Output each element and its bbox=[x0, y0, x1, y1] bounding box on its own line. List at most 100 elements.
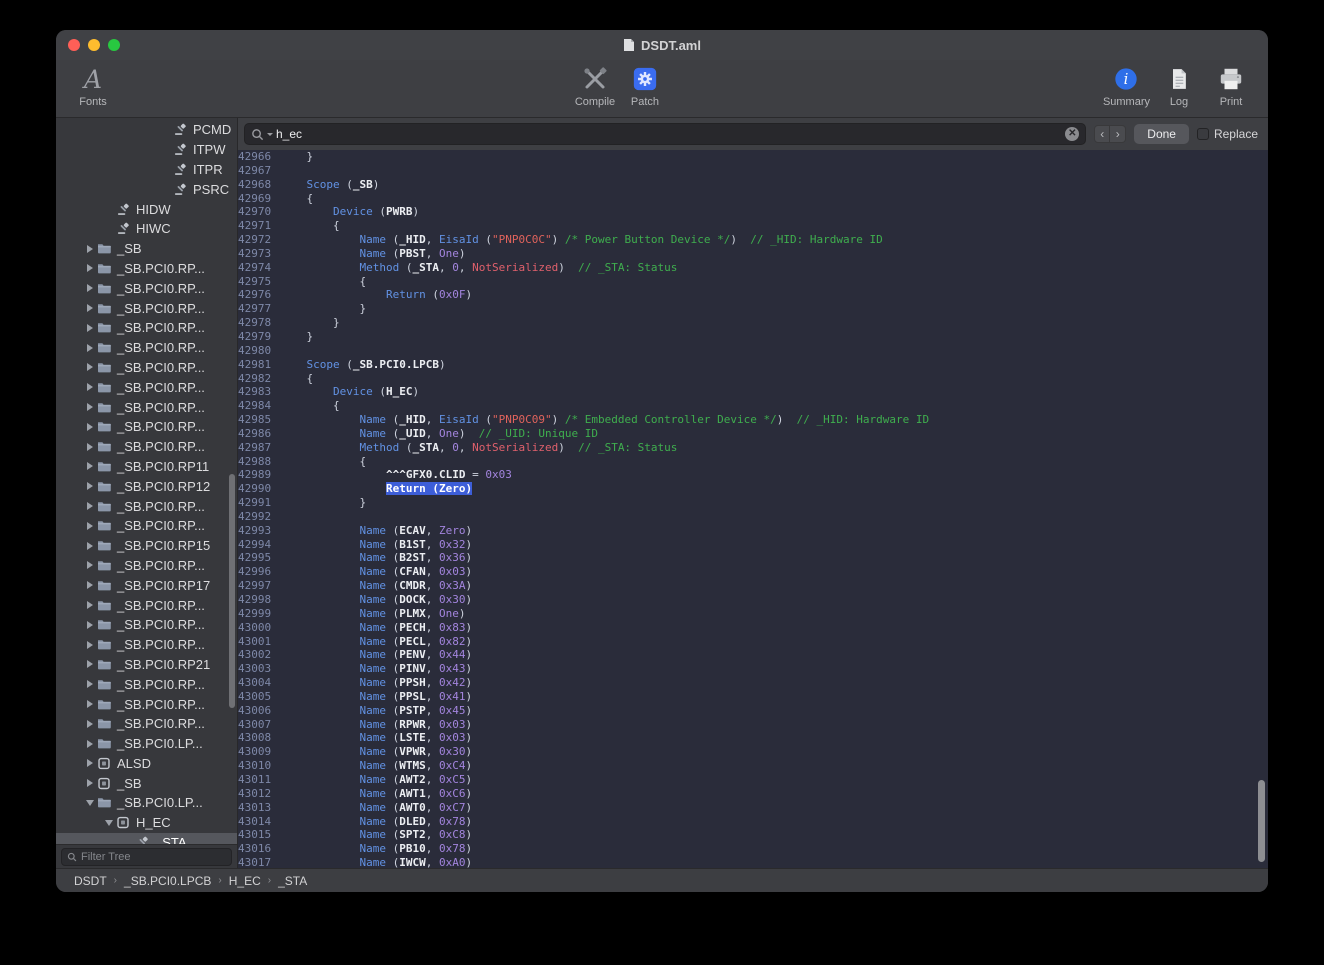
code-line[interactable]: 43012 Name (AWT1, 0xC6) bbox=[238, 787, 1268, 801]
tree-item-_SB-PCI0-RP21[interactable]: _SB.PCI0.RP21 bbox=[56, 655, 237, 675]
disclosure-triangle-icon[interactable] bbox=[83, 284, 97, 292]
tree-item-_STA[interactable]: _STA bbox=[56, 833, 237, 844]
disclosure-triangle-icon[interactable] bbox=[83, 720, 97, 728]
tree-item-_SB-PCI0-RP[interactable]: _SB.PCI0.RP... bbox=[56, 259, 237, 279]
code-line[interactable]: 42999 Name (PLMX, One) bbox=[238, 607, 1268, 621]
code-line[interactable]: 43014 Name (DLED, 0x78) bbox=[238, 815, 1268, 829]
disclosure-triangle-icon[interactable] bbox=[83, 482, 97, 490]
tree-item-_SB-PCI0-RP15[interactable]: _SB.PCI0.RP15 bbox=[56, 536, 237, 556]
clear-search-icon[interactable]: ✕ bbox=[1065, 127, 1079, 141]
tree-item-_SB-PCI0-RP[interactable]: _SB.PCI0.RP... bbox=[56, 714, 237, 734]
log-button[interactable]: Log bbox=[1156, 63, 1202, 108]
code-line[interactable]: 42984 { bbox=[238, 399, 1268, 413]
tree-item-_SB-PCI0-RP[interactable]: _SB.PCI0.RP... bbox=[56, 417, 237, 437]
disclosure-triangle-icon[interactable] bbox=[83, 581, 97, 589]
code-line[interactable]: 43001 Name (PECL, 0x82) bbox=[238, 635, 1268, 649]
tree-item-HIDW[interactable]: HIDW bbox=[56, 199, 237, 219]
code-line[interactable]: 43011 Name (AWT2, 0xC5) bbox=[238, 773, 1268, 787]
tree-item-_SB-PCI0-LP[interactable]: _SB.PCI0.LP... bbox=[56, 734, 237, 754]
tree-item-_SB-PCI0-RP[interactable]: _SB.PCI0.RP... bbox=[56, 556, 237, 576]
code-line[interactable]: 42980 bbox=[238, 344, 1268, 358]
done-button[interactable]: Done bbox=[1134, 124, 1189, 144]
code-line[interactable]: 42996 Name (CFAN, 0x03) bbox=[238, 565, 1268, 579]
code-line[interactable]: 42975 { bbox=[238, 275, 1268, 289]
tree-item-_SB-PCI0-RP[interactable]: _SB.PCI0.RP... bbox=[56, 318, 237, 338]
code-line[interactable]: 42985 Name (_HID, EisaId ("PNP0C09") /* … bbox=[238, 413, 1268, 427]
code-line[interactable]: 42998 Name (DOCK, 0x30) bbox=[238, 593, 1268, 607]
tree-item-_SB[interactable]: _SB bbox=[56, 773, 237, 793]
code-line[interactable]: 42970 Device (PWRB) bbox=[238, 205, 1268, 219]
find-next-button[interactable]: › bbox=[1110, 125, 1126, 143]
disclosure-triangle-icon[interactable] bbox=[83, 324, 97, 332]
disclosure-triangle-icon[interactable] bbox=[83, 680, 97, 688]
code-line[interactable]: 42968 Scope (_SB) bbox=[238, 178, 1268, 192]
code-line[interactable]: 42981 Scope (_SB.PCI0.LPCB) bbox=[238, 358, 1268, 372]
tree-item-_SB-PCI0-RP[interactable]: _SB.PCI0.RP... bbox=[56, 674, 237, 694]
tree-item-_SB-PCI0-RP17[interactable]: _SB.PCI0.RP17 bbox=[56, 575, 237, 595]
disclosure-triangle-icon[interactable] bbox=[83, 363, 97, 371]
code-editor[interactable]: 42966 }4296742968 Scope (_SB)42969 {4297… bbox=[238, 150, 1268, 868]
patch-button[interactable]: Patch bbox=[622, 63, 668, 108]
code-line[interactable]: 42971 { bbox=[238, 219, 1268, 233]
disclosure-triangle-icon[interactable] bbox=[83, 344, 97, 352]
tree-item-_SB-PCI0-LP[interactable]: _SB.PCI0.LP... bbox=[56, 793, 237, 813]
find-previous-button[interactable]: ‹ bbox=[1094, 125, 1110, 143]
code-line[interactable]: 42990 Return (Zero) bbox=[238, 482, 1268, 496]
zoom-button[interactable] bbox=[108, 39, 120, 51]
code-line[interactable]: 43015 Name (SPT2, 0xC8) bbox=[238, 828, 1268, 842]
disclosure-triangle-icon[interactable] bbox=[83, 443, 97, 451]
sidebar-scrollbar-thumb[interactable] bbox=[229, 474, 235, 708]
breadcrumb-item[interactable]: _STA bbox=[278, 874, 307, 888]
disclosure-triangle-icon[interactable] bbox=[83, 264, 97, 272]
tree-item-PCMD[interactable]: PCMD bbox=[56, 120, 237, 140]
code-line[interactable]: 43013 Name (AWT0, 0xC7) bbox=[238, 801, 1268, 815]
tree-item-_SB-PCI0-RP[interactable]: _SB.PCI0.RP... bbox=[56, 694, 237, 714]
editor-scrollbar-thumb[interactable] bbox=[1258, 780, 1265, 862]
code-line[interactable]: 42986 Name (_UID, One) // _UID: Unique I… bbox=[238, 427, 1268, 441]
code-line[interactable]: 43010 Name (WTMS, 0xC4) bbox=[238, 759, 1268, 773]
code-line[interactable]: 42991 } bbox=[238, 496, 1268, 510]
code-line[interactable]: 43003 Name (PINV, 0x43) bbox=[238, 662, 1268, 676]
tree-item-_SB-PCI0-RP[interactable]: _SB.PCI0.RP... bbox=[56, 635, 237, 655]
disclosure-triangle-icon[interactable] bbox=[83, 304, 97, 312]
code-line[interactable]: 43004 Name (PPSH, 0x42) bbox=[238, 676, 1268, 690]
code-line[interactable]: 42988 { bbox=[238, 455, 1268, 469]
disclosure-triangle-icon[interactable] bbox=[83, 502, 97, 510]
code-line[interactable]: 43016 Name (PB10, 0x78) bbox=[238, 842, 1268, 856]
code-line[interactable]: 42978 } bbox=[238, 316, 1268, 330]
code-line[interactable]: 42969 { bbox=[238, 192, 1268, 206]
disclosure-triangle-icon[interactable] bbox=[83, 779, 97, 787]
tree-item-_SB[interactable]: _SB bbox=[56, 239, 237, 259]
code-line[interactable]: 42976 Return (0x0F) bbox=[238, 288, 1268, 302]
code-line[interactable]: 42992 bbox=[238, 510, 1268, 524]
search-field[interactable]: ✕ bbox=[244, 123, 1086, 145]
disclosure-triangle-icon[interactable] bbox=[83, 601, 97, 609]
tree-item-_SB-PCI0-RP[interactable]: _SB.PCI0.RP... bbox=[56, 358, 237, 378]
acpi-tree[interactable]: PCMDITPWITPRPSRCHIDWHIWC_SB_SB.PCI0.RP..… bbox=[56, 118, 237, 844]
tree-item-ITPR[interactable]: ITPR bbox=[56, 160, 237, 180]
tree-item-PSRC[interactable]: PSRC bbox=[56, 179, 237, 199]
disclosure-triangle-icon[interactable] bbox=[102, 820, 116, 826]
disclosure-triangle-icon[interactable] bbox=[83, 462, 97, 470]
tree-item-_SB-PCI0-RP11[interactable]: _SB.PCI0.RP11 bbox=[56, 457, 237, 477]
code-line[interactable]: 42967 bbox=[238, 164, 1268, 178]
compile-button[interactable]: Compile bbox=[572, 63, 618, 108]
code-line[interactable]: 42997 Name (CMDR, 0x3A) bbox=[238, 579, 1268, 593]
code-line[interactable]: 43000 Name (PECH, 0x83) bbox=[238, 621, 1268, 635]
tree-item-_SB-PCI0-RP[interactable]: _SB.PCI0.RP... bbox=[56, 595, 237, 615]
tree-item-_SB-PCI0-RP[interactable]: _SB.PCI0.RP... bbox=[56, 298, 237, 318]
minimize-button[interactable] bbox=[88, 39, 100, 51]
find-input[interactable] bbox=[276, 127, 1062, 141]
tree-item-_SB-PCI0-RP[interactable]: _SB.PCI0.RP... bbox=[56, 496, 237, 516]
disclosure-triangle-icon[interactable] bbox=[83, 740, 97, 748]
code-line[interactable]: 43017 Name (IWCW, 0xA0) bbox=[238, 856, 1268, 868]
code-line[interactable]: 43002 Name (PENV, 0x44) bbox=[238, 648, 1268, 662]
disclosure-triangle-icon[interactable] bbox=[83, 522, 97, 530]
replace-checkbox[interactable] bbox=[1197, 128, 1209, 140]
disclosure-triangle-icon[interactable] bbox=[83, 759, 97, 767]
code-line[interactable]: 42987 Method (_STA, 0, NotSerialized) //… bbox=[238, 441, 1268, 455]
code-line[interactable]: 42977 } bbox=[238, 302, 1268, 316]
code-line[interactable]: 43008 Name (LSTE, 0x03) bbox=[238, 731, 1268, 745]
close-button[interactable] bbox=[68, 39, 80, 51]
code-line[interactable]: 42972 Name (_HID, EisaId ("PNP0C0C") /* … bbox=[238, 233, 1268, 247]
